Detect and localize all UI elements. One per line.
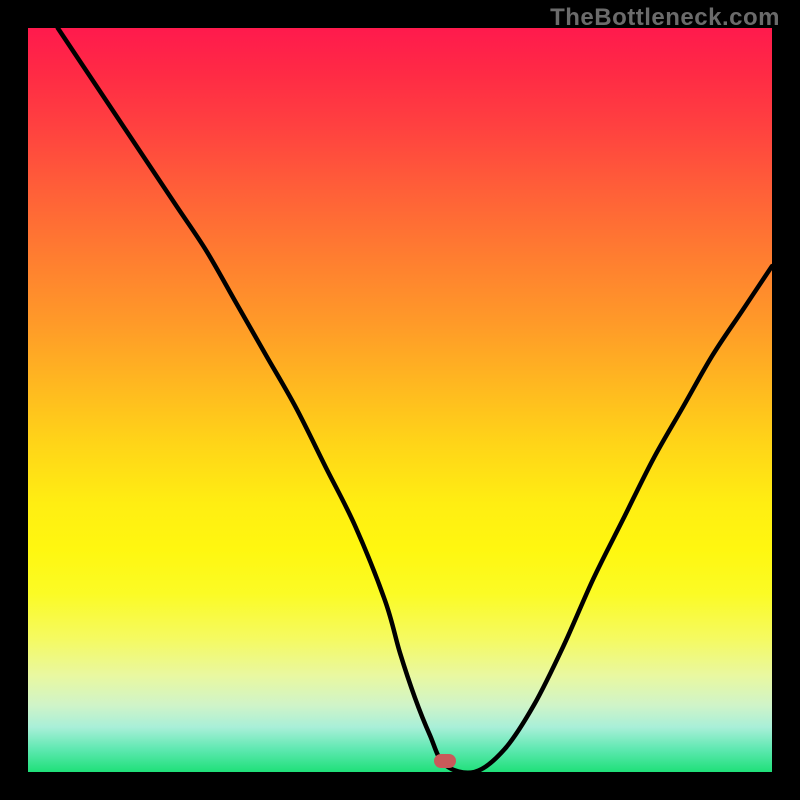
plot-area bbox=[28, 28, 772, 772]
optimal-point-marker bbox=[434, 754, 456, 768]
curve-layer bbox=[28, 28, 772, 772]
watermark-text: TheBottleneck.com bbox=[550, 4, 780, 32]
bottleneck-curve bbox=[58, 28, 772, 772]
chart-root: TheBottleneck.com bbox=[0, 0, 800, 800]
